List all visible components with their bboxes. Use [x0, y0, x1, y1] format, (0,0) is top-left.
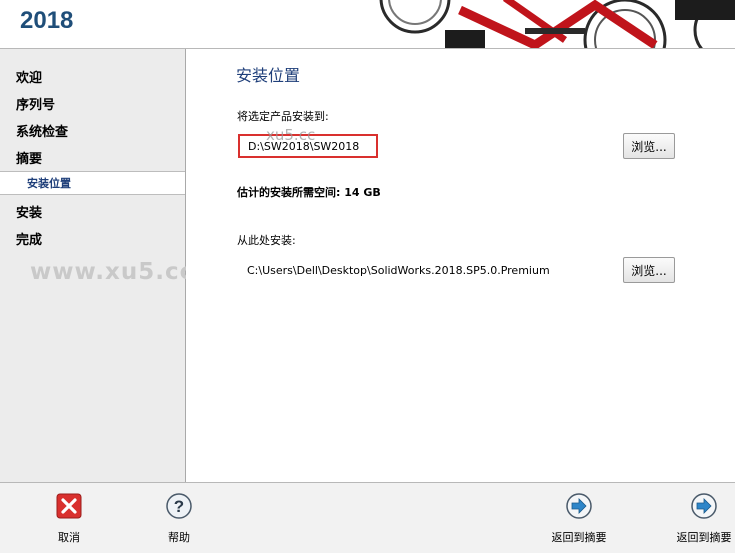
- space-required-label: 估计的安装所需空间: 14 GB: [237, 186, 381, 199]
- watermark-text: www.xu5.cc: [30, 259, 195, 285]
- footer-bar: 取消 ? 帮助 返回到摘要 返回到摘要: [0, 482, 735, 553]
- help-button[interactable]: ? 帮助: [139, 493, 219, 545]
- page-title: 安装位置: [236, 66, 301, 85]
- path-watermark: xu5.cc: [266, 126, 316, 144]
- cancel-button[interactable]: 取消: [29, 493, 109, 545]
- sidebar-item-install-location[interactable]: 安装位置: [0, 171, 185, 195]
- svg-text:?: ?: [174, 497, 184, 516]
- browse-button[interactable]: 浏览...: [623, 133, 675, 159]
- close-icon: [56, 493, 82, 519]
- install-to-label: 将选定产品安装到:: [237, 110, 329, 123]
- source-browse-button[interactable]: 浏览...: [623, 257, 675, 283]
- arrow-right-icon: [566, 493, 592, 519]
- source-path-value: C:\Users\Dell\Desktop\SolidWorks.2018.SP…: [247, 264, 550, 277]
- sidebar-item-install[interactable]: 安装: [16, 202, 42, 221]
- help-label: 帮助: [168, 531, 190, 544]
- install-from-label: 从此处安装:: [237, 234, 296, 247]
- steps-sidebar: 欢迎 序列号 系统检查 摘要 安装位置 安装 完成 www.xu5.cc: [0, 49, 193, 482]
- sidebar-item-label: 安装位置: [27, 177, 71, 190]
- next-button[interactable]: 返回到摘要: [664, 493, 735, 545]
- sidebar-item-serial[interactable]: 序列号: [16, 94, 55, 113]
- header-banner: 2018: [0, 0, 735, 49]
- sidebar-item-system-check[interactable]: 系统检查: [16, 121, 68, 140]
- arrow-right-icon: [691, 493, 717, 519]
- back-to-summary-button[interactable]: 返回到摘要: [539, 493, 619, 545]
- next-label: 返回到摘要: [676, 531, 732, 544]
- sidebar-item-welcome[interactable]: 欢迎: [16, 67, 42, 86]
- cancel-label: 取消: [58, 531, 80, 544]
- product-year: 2018: [20, 7, 74, 34]
- sidebar-item-finish[interactable]: 完成: [16, 229, 42, 248]
- back-to-summary-label: 返回到摘要: [551, 531, 607, 544]
- main-panel: 安装位置 将选定产品安装到: D:\SW2018\SW2018 xu5.cc 浏…: [186, 49, 735, 482]
- bicycle-banner-image: [355, 0, 735, 48]
- sidebar-item-summary[interactable]: 摘要: [16, 148, 42, 167]
- help-icon: ?: [166, 493, 192, 519]
